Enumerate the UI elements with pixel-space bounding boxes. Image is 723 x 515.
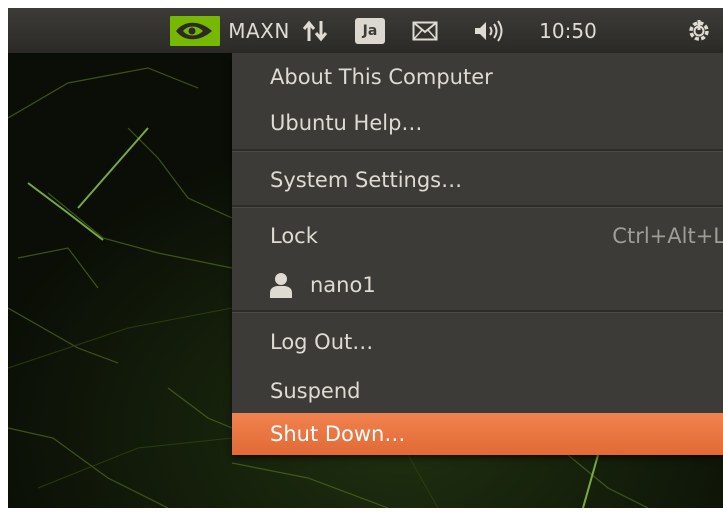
menu-item-label: Suspend bbox=[270, 379, 361, 403]
menu-item-label: About This Computer bbox=[270, 65, 493, 89]
sound-indicator[interactable] bbox=[465, 8, 515, 53]
network-arrows-icon bbox=[302, 20, 328, 41]
user-icon bbox=[270, 273, 292, 298]
lock-shortcut: Ctrl+Alt+L bbox=[612, 224, 723, 248]
menu-item-label: Log Out… bbox=[270, 330, 374, 354]
session-indicator[interactable] bbox=[673, 8, 723, 53]
nvidia-logo-icon bbox=[170, 15, 220, 46]
menu-separator bbox=[232, 310, 723, 313]
gear-power-icon bbox=[689, 19, 709, 41]
menu-item-label: Lock bbox=[270, 224, 318, 248]
menu-item-system-settings[interactable]: System Settings… bbox=[232, 160, 723, 200]
menu-item-label: nano1 bbox=[310, 273, 376, 297]
messaging-indicator[interactable] bbox=[405, 8, 445, 53]
top-panel: MAXN Ja 10:50 bbox=[8, 8, 723, 53]
menu-item-shut-down[interactable]: Shut Down… bbox=[232, 413, 723, 455]
nvidia-indicator[interactable] bbox=[166, 8, 224, 53]
menu-item-label: Shut Down… bbox=[270, 422, 406, 446]
menu-item-label: System Settings… bbox=[270, 168, 463, 192]
network-indicator[interactable] bbox=[295, 8, 335, 53]
menu-item-user[interactable]: nano1 bbox=[232, 265, 723, 305]
menu-item-log-out[interactable]: Log Out… bbox=[232, 322, 723, 362]
envelope-icon bbox=[412, 21, 438, 40]
menu-item-lock[interactable]: Lock Ctrl+Alt+L bbox=[232, 216, 723, 256]
keyboard-layout-label: Ja bbox=[355, 17, 385, 44]
screen: MAXN Ja 10:50 About This Computer Ubuntu… bbox=[8, 8, 723, 508]
session-menu: About This Computer Ubuntu Help… System … bbox=[232, 53, 723, 455]
speaker-icon bbox=[475, 19, 503, 42]
keyboard-layout-indicator[interactable]: Ja bbox=[350, 8, 390, 53]
menu-separator bbox=[232, 149, 723, 152]
menu-item-label: Ubuntu Help… bbox=[270, 111, 423, 135]
menu-item-ubuntu-help[interactable]: Ubuntu Help… bbox=[232, 103, 723, 143]
menu-item-suspend[interactable]: Suspend bbox=[232, 371, 723, 411]
menu-separator bbox=[232, 205, 723, 208]
menu-item-about[interactable]: About This Computer bbox=[232, 57, 723, 97]
power-mode-indicator[interactable]: MAXN bbox=[228, 8, 289, 53]
clock[interactable]: 10:50 bbox=[528, 8, 608, 53]
